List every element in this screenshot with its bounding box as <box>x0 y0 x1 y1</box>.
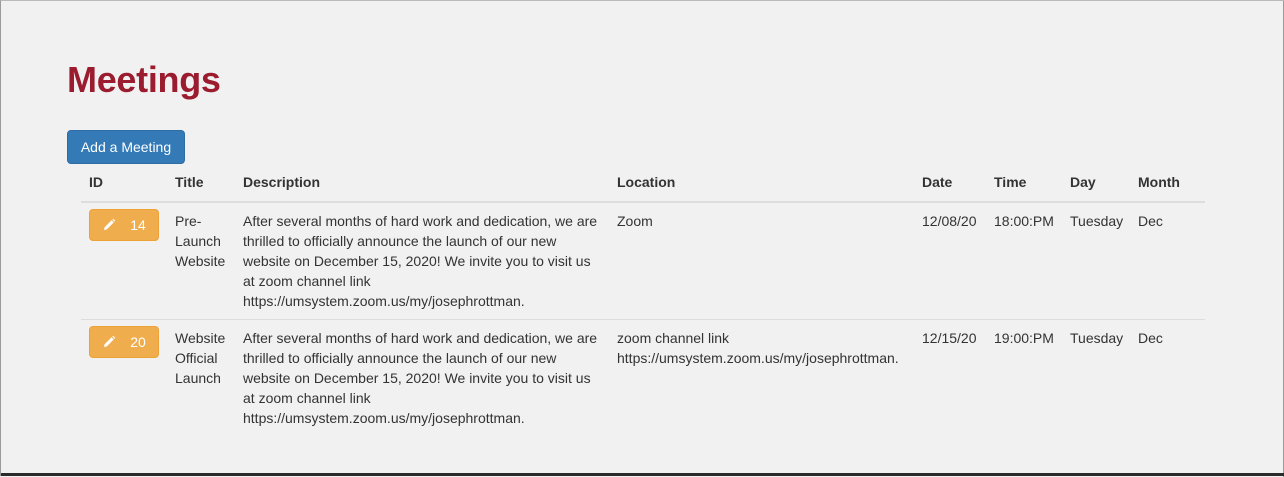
month-cell: Dec <box>1138 213 1163 229</box>
table-row: 20 Website Official Launch After several… <box>81 319 1205 436</box>
meetings-table: ID Title Description Location Date Time … <box>81 168 1205 436</box>
edit-meeting-button[interactable]: 20 <box>89 326 159 358</box>
time-cell: 18:00:PM <box>994 213 1054 229</box>
edit-meeting-button[interactable]: 14 <box>89 209 159 241</box>
location-cell: zoom channel link https://umsystem.zoom.… <box>609 319 914 436</box>
location-cell: Zoom <box>617 213 653 229</box>
column-header-month: Month <box>1130 168 1205 203</box>
description-cell: After several months of hard work and de… <box>243 213 598 309</box>
table-row: 14 Pre-Launch Website After several mont… <box>81 202 1205 320</box>
title-cell: Website Official Launch <box>167 319 235 436</box>
time-cell: 19:00:PM <box>986 319 1062 436</box>
column-header-time: Time <box>986 168 1062 203</box>
table-header-row: ID Title Description Location Date Time … <box>81 168 1205 203</box>
date-cell: 12/08/20 <box>922 213 977 229</box>
meeting-id: 20 <box>130 334 146 350</box>
column-header-day: Day <box>1062 168 1130 203</box>
column-header-location: Location <box>609 168 914 203</box>
date-cell: 12/15/20 <box>914 319 986 436</box>
column-header-id: ID <box>81 168 167 203</box>
page-title: Meetings <box>67 59 221 100</box>
day-cell: Tuesday <box>1062 319 1130 436</box>
add-meeting-button[interactable]: Add a Meeting <box>67 130 185 164</box>
month-cell: Dec <box>1130 319 1205 436</box>
column-header-description: Description <box>235 168 609 203</box>
meeting-id: 14 <box>130 217 146 233</box>
pencil-icon <box>102 335 116 349</box>
id-cell: 14 <box>81 202 167 320</box>
column-header-date: Date <box>914 168 986 203</box>
pencil-icon <box>102 218 116 232</box>
day-cell: Tuesday <box>1070 213 1124 229</box>
description-cell: After several months of hard work and de… <box>235 319 609 436</box>
id-cell: 20 <box>81 319 167 436</box>
column-header-title: Title <box>167 168 235 203</box>
title-cell: Pre-Launch Website <box>175 213 226 269</box>
